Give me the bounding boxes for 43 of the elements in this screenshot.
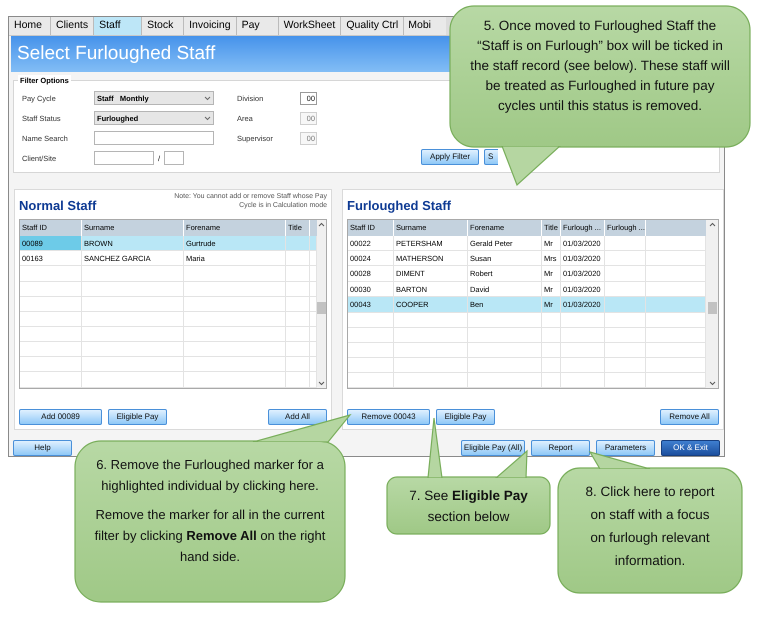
tab[interactable]: Pay: [236, 17, 279, 35]
button[interactable]: Help: [13, 440, 72, 456]
button[interactable]: Remove All: [660, 408, 719, 425]
tab[interactable]: Stock: [142, 17, 184, 35]
button[interactable]: OK & Exit: [661, 440, 720, 456]
scrollbar[interactable]: [317, 220, 326, 388]
button[interactable]: S: [484, 149, 498, 166]
tab[interactable]: Quality Ctrl: [341, 17, 404, 35]
chevron-up-icon[interactable]: [318, 222, 325, 227]
tab[interactable]: WorkSheet: [278, 17, 342, 35]
tab[interactable]: Invoicing: [184, 17, 237, 35]
button[interactable]: Apply Filter: [421, 149, 479, 166]
button[interactable]: Report: [531, 440, 590, 456]
button[interactable]: Eligible Pay: [436, 408, 495, 425]
button[interactable]: Eligible Pay: [108, 408, 167, 425]
callout-text: 8. Click here to report on staff with a focus on furlough relevant information.: [584, 483, 716, 570]
input-field[interactable]: [94, 151, 154, 166]
callout-text: 5. Once moved to Furloughed Staff the “Staff is on Furlough” box will be ticked in the staff record (see below). These staff will be treated as Furloughed in future pay cycles until this status is removed.: [469, 17, 731, 115]
button[interactable]: Add All: [268, 408, 327, 425]
page-title: Select Furloughed Staff: [17, 42, 216, 66]
callout-text: 7. See Eligible Pay section below: [408, 487, 529, 526]
button[interactable]: Eligible Pay (All): [461, 440, 525, 456]
tab[interactable]: Mobi: [404, 17, 446, 35]
chevron-down-icon[interactable]: [318, 380, 325, 386]
tab[interactable]: Home: [9, 17, 51, 35]
input-field[interactable]: [164, 151, 184, 166]
callout-text: 6. Remove the Furloughed marker for a highlighted individual by clicking here.: [95, 456, 325, 495]
button[interactable]: Remove 00043: [347, 408, 430, 425]
panel-title: Furloughed Staff: [347, 197, 451, 216]
input-field[interactable]: [94, 131, 214, 146]
chevron-up-icon[interactable]: [708, 222, 716, 227]
scrollbar-thumb[interactable]: [317, 302, 326, 314]
panel-title: Normal Staff: [19, 197, 96, 216]
scrollbar[interactable]: [706, 220, 718, 388]
chevron-down-icon[interactable]: [708, 380, 716, 386]
button[interactable]: Add 00089: [19, 408, 102, 425]
tab[interactable]: Staff: [94, 17, 142, 35]
chevron-down-icon: [204, 116, 211, 121]
callout-text: Remove the marker for all in the current filter by clicking Remove All on the right hand side.: [94, 506, 326, 566]
tab[interactable]: Clients: [51, 17, 94, 35]
scrollbar-thumb[interactable]: [708, 302, 716, 314]
chevron-down-icon: [204, 96, 211, 101]
button[interactable]: Parameters: [596, 440, 655, 456]
